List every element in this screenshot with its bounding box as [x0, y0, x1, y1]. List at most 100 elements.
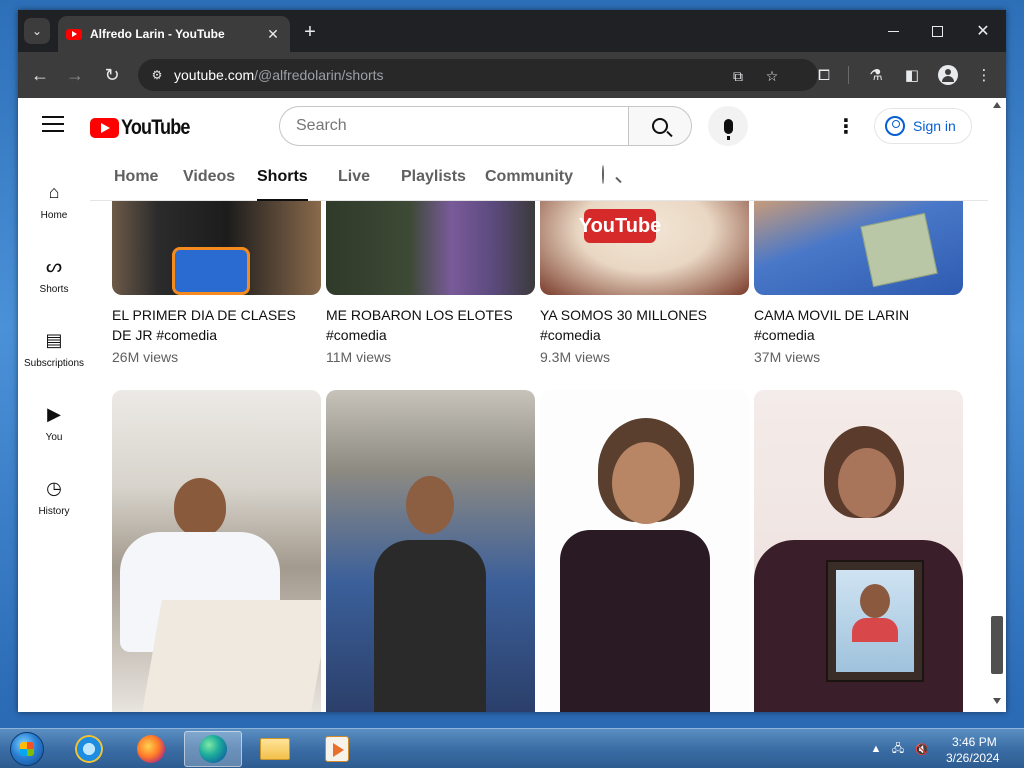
dress-shape	[560, 530, 710, 712]
guide-rail: ⌂ Home ᔕ Shorts ▤ Subscriptions ▶ You ◷ …	[18, 154, 90, 712]
page-scrollbar[interactable]	[988, 98, 1006, 712]
channel-search-icon[interactable]	[602, 165, 604, 184]
clock-date[interactable]: 3/26/2024	[946, 751, 999, 765]
firefox-taskbar-button[interactable]	[122, 731, 180, 767]
maximize-button[interactable]	[922, 18, 952, 44]
extensions-icon[interactable]: ⧠	[812, 64, 836, 86]
short-title-line: #comedia	[540, 327, 601, 343]
cake-topper-text: YouTube	[579, 209, 661, 243]
browser-toolbar: ← → ↻ ⚙ youtube.com/@alfredolarin/shorts…	[18, 52, 1006, 98]
guide-item-shorts[interactable]: ᔕ Shorts	[18, 246, 90, 308]
portrait-shirt-shape	[852, 618, 898, 642]
tab-live[interactable]: Live	[338, 168, 370, 201]
back-button[interactable]: ←	[27, 62, 53, 88]
clock-time[interactable]: 3:46 PM	[952, 735, 997, 749]
person-face-shape	[838, 448, 896, 518]
media-player-taskbar-button[interactable]	[308, 731, 366, 767]
search-button[interactable]	[628, 106, 692, 146]
short-title-line: ME ROBARON LOS ELOTES	[326, 307, 513, 323]
short-thumbnail[interactable]	[112, 390, 321, 712]
close-window-button[interactable]: ✕	[968, 18, 998, 44]
forward-button[interactable]: →	[62, 62, 88, 88]
search-input[interactable]	[279, 106, 629, 146]
you-icon: ▶	[47, 403, 61, 424]
tab-strip: ⌄ Alfredo Larin - YouTube ✕ + ✕	[18, 10, 1006, 52]
edge-taskbar-button[interactable]	[184, 731, 242, 767]
side-panel-icon[interactable]: ◧	[900, 64, 924, 86]
tab-home[interactable]: Home	[114, 168, 158, 201]
hamburger-menu-icon[interactable]	[42, 116, 64, 132]
search-icon	[602, 165, 604, 184]
short-title[interactable]: ME ROBARON LOS ELOTES #comedia	[326, 305, 535, 345]
browser-menu-icon[interactable]: ⋮	[972, 64, 996, 86]
short-thumbnail[interactable]	[326, 390, 535, 712]
tab-videos[interactable]: Videos	[183, 168, 235, 201]
short-title-line: YA SOMOS 30 MILLONES	[540, 307, 708, 323]
short-title-line: DE JR #comedia	[112, 327, 218, 343]
short-thumbnail[interactable]	[326, 201, 535, 295]
minimize-button[interactable]	[878, 18, 908, 44]
guide-item-subscriptions[interactable]: ▤ Subscriptions	[18, 320, 90, 382]
voice-search-button[interactable]	[708, 106, 748, 146]
arrow-left-icon: ←	[31, 64, 49, 85]
profile-avatar-icon[interactable]	[936, 64, 960, 86]
scrollbar-thumb[interactable]	[991, 616, 1003, 674]
portrait-face-shape	[860, 584, 890, 618]
short-thumbnail[interactable]	[754, 201, 963, 295]
guide-item-history[interactable]: ◷ History	[18, 468, 90, 530]
short-views: 37M views	[754, 349, 821, 365]
youtube-favicon-icon	[66, 28, 82, 40]
short-thumbnail[interactable]	[112, 201, 321, 295]
reload-button[interactable]: ↻	[99, 62, 125, 88]
youtube-logo[interactable]: YouTube	[90, 116, 201, 140]
guide-item-you[interactable]: ▶ You	[18, 394, 90, 456]
browser-window: ⌄ Alfredo Larin - YouTube ✕ + ✕ ← → ↻ ⚙ …	[18, 10, 1006, 712]
portrait-photo	[836, 570, 914, 672]
tab-playlists[interactable]: Playlists	[401, 168, 466, 201]
short-title-line: EL PRIMER DIA DE CLASES	[112, 307, 296, 323]
labs-flask-icon[interactable]: ⚗	[864, 64, 888, 86]
youtube-play-icon	[90, 118, 119, 138]
guide-label: Subscriptions	[23, 358, 85, 369]
short-thumbnail[interactable]	[540, 390, 749, 712]
new-tab-button[interactable]: +	[298, 20, 322, 44]
start-button[interactable]	[4, 729, 50, 768]
internet-explorer-taskbar-button[interactable]	[60, 731, 118, 767]
history-icon: ◷	[46, 477, 62, 498]
network-icon[interactable]: 🖧	[890, 741, 906, 757]
short-thumbnail[interactable]: YouTube	[540, 201, 749, 295]
short-title[interactable]: EL PRIMER DIA DE CLASES DE JR #comedia	[112, 305, 321, 345]
bookmark-star-icon[interactable]: ☆	[762, 66, 782, 86]
more-options-icon[interactable]: ⋮	[834, 112, 858, 140]
person-head-shape	[406, 476, 454, 534]
address-bar[interactable]: ⚙ youtube.com/@alfredolarin/shorts ⧉ ☆	[138, 59, 818, 91]
youtube-logo-text: YouTube	[121, 116, 190, 139]
close-icon: ✕	[976, 23, 990, 40]
youtube-page: YouTube ⋮ Sign in ⌂ Home ᔕ Shorts ▤ Subs…	[18, 98, 1006, 712]
person-shirt-shape	[374, 540, 486, 712]
tab-close-icon[interactable]: ✕	[264, 26, 282, 43]
scroll-up-arrow-icon[interactable]	[993, 102, 1001, 108]
guide-label: You	[45, 432, 63, 443]
show-hidden-icons-icon[interactable]: ▲	[868, 741, 884, 757]
short-title[interactable]: YA SOMOS 30 MILLONES #comedia	[540, 305, 749, 345]
short-thumbnail[interactable]	[754, 390, 963, 712]
short-title[interactable]: CAMA MOVIL DE LARIN #comedia	[754, 305, 963, 345]
install-app-icon[interactable]: ⧉	[728, 66, 748, 86]
subscriptions-icon: ▤	[45, 329, 63, 350]
short-title-line: CAMA MOVIL DE LARIN	[754, 307, 910, 323]
scroll-down-arrow-icon[interactable]	[993, 698, 1001, 704]
tab-shorts[interactable]: Shorts	[257, 168, 308, 201]
volume-muted-icon[interactable]: 🔇	[914, 741, 930, 757]
sign-in-button[interactable]: Sign in	[874, 108, 972, 144]
arrow-right-icon: →	[66, 64, 84, 85]
site-info-icon[interactable]: ⚙	[148, 66, 166, 84]
guide-item-home[interactable]: ⌂ Home	[18, 172, 90, 234]
tab-search-button[interactable]: ⌄	[24, 18, 50, 44]
tab-community[interactable]: Community	[485, 168, 573, 201]
picture-frame-shape	[826, 560, 924, 682]
short-views: 9.3M views	[540, 349, 611, 365]
chevron-down-icon: ⌄	[31, 24, 43, 38]
file-explorer-taskbar-button[interactable]	[246, 731, 304, 767]
browser-tab[interactable]: Alfredo Larin - YouTube ✕	[58, 16, 290, 52]
